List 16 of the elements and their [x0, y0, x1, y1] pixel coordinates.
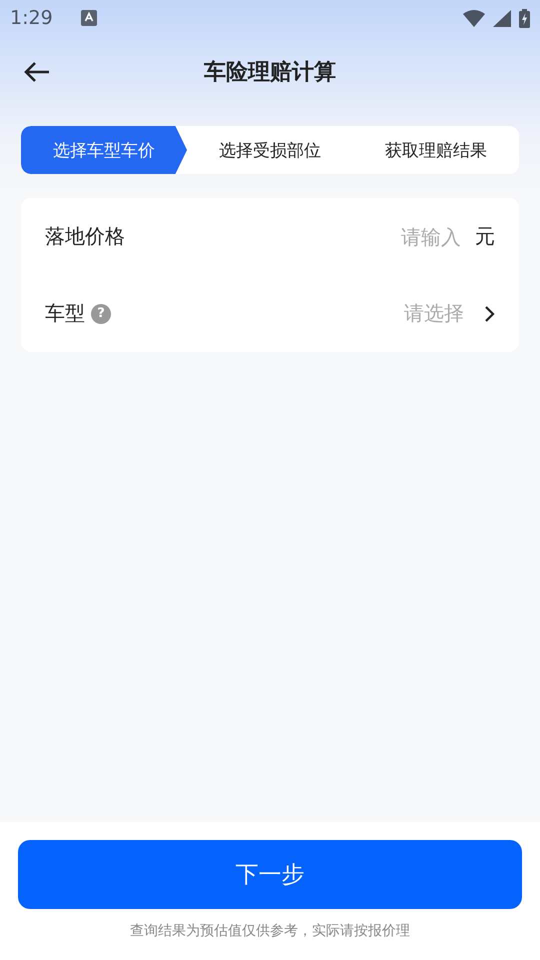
battery-icon [519, 8, 530, 28]
signal-icon [493, 10, 511, 26]
field-label: 落地价格 [45, 223, 125, 250]
unit-label: 元 [475, 223, 495, 250]
page-title: 车险理赔计算 [204, 59, 336, 87]
back-arrow-icon[interactable] [24, 61, 50, 83]
status-time: 1:29 [10, 7, 53, 29]
chevron-right-icon[interactable] [484, 304, 495, 322]
price-input-field[interactable]: 请输入 [125, 224, 463, 250]
wifi-icon [463, 10, 485, 26]
help-icon[interactable]: ? [91, 304, 111, 324]
disclaimer-text: 查询结果为预估值仅供参考，实际请按报价理 [130, 922, 410, 940]
field-label: 车型 [45, 300, 85, 327]
step-tab[interactable]: 选择车型车价 [21, 126, 187, 174]
keyboard-icon [80, 10, 97, 26]
next-step-button[interactable]: 下一步 [18, 840, 522, 909]
